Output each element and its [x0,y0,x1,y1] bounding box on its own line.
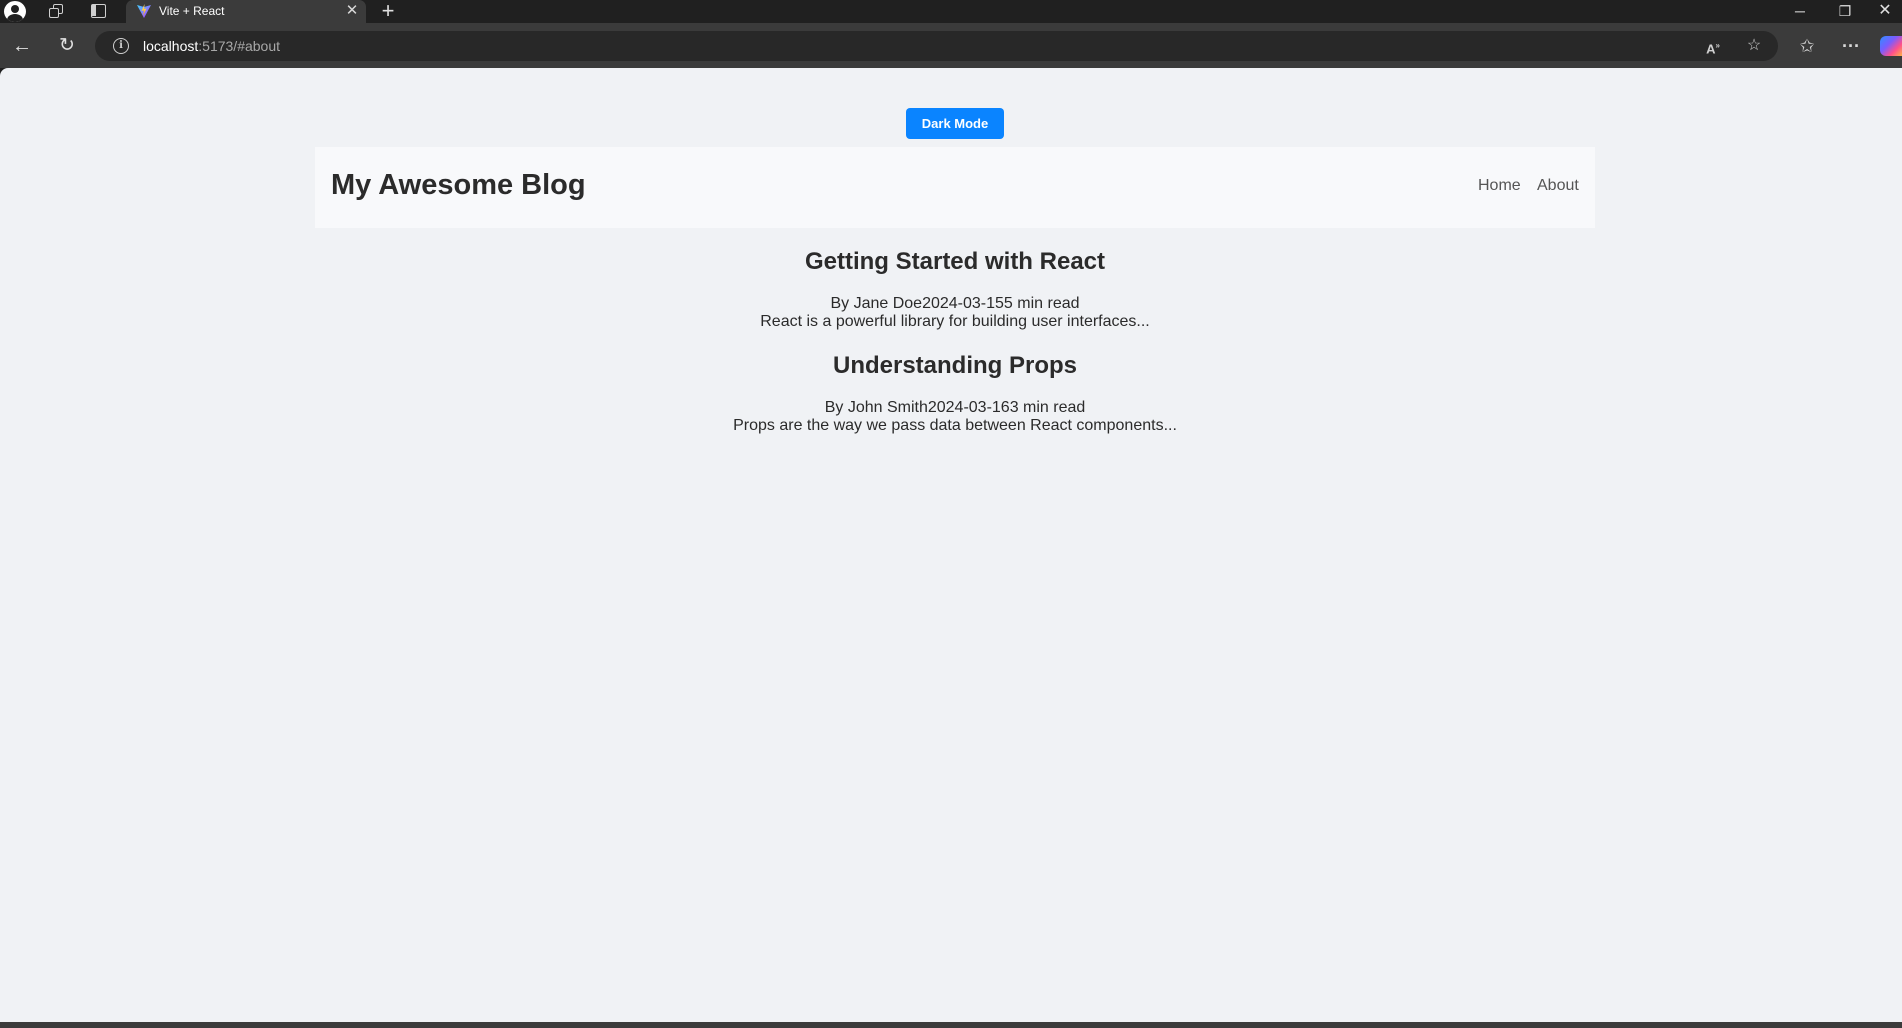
address-bar[interactable]: i localhost:5173/#about A» ☆ [95,31,1778,61]
tab-title: Vite + React [159,4,225,18]
copilot-icon[interactable] [1880,36,1902,56]
nav-link-about[interactable]: About [1537,177,1579,195]
browser-tab[interactable]: Vite + React ✕ [126,0,366,23]
refresh-icon[interactable]: ↻ [52,31,82,61]
url-host: localhost [143,38,199,54]
more-icon[interactable]: ··· [1836,31,1866,61]
nav-link-home[interactable]: Home [1478,177,1521,195]
post-excerpt: Props are the way we pass data between R… [733,417,1177,434]
post-meta: By Jane Doe2024-03-155 min read [830,295,1080,312]
browser-toolbar: ← ↻ i localhost:5173/#about A» ☆ ✩ ··· [0,23,1902,68]
back-arrow-icon[interactable]: ← [7,31,37,61]
restore-icon[interactable]: ❐ [1823,0,1867,23]
plus-icon[interactable]: + [376,0,400,23]
page-viewport: Dark Mode My Awesome Blog Home About Get… [0,68,1902,1022]
blog-post: Understanding Props By John Smith2024-03… [315,352,1595,435]
vite-logo-icon [137,4,151,18]
post-meta: By John Smith2024-03-163 min read [824,399,1086,416]
post-title: Understanding Props [832,352,1078,379]
tab-actions-icon[interactable] [91,4,106,18]
window-bottom-border [0,1022,1902,1028]
star-icon[interactable]: ☆ [1742,35,1766,57]
post-excerpt: React is a powerful library for building… [760,313,1150,330]
minimize-icon[interactable]: ─ [1778,0,1822,23]
favorites-icon[interactable]: ✩ [1792,31,1822,61]
site-title: My Awesome Blog [331,169,586,201]
url-text[interactable]: localhost:5173/#about [143,38,280,54]
site-header: My Awesome Blog Home About [315,147,1595,228]
profile-icon[interactable] [4,1,26,22]
close-window-icon[interactable]: ✕ [1868,0,1902,23]
browser-tab-bar: Vite + React ✕ + ─ ❐ ✕ [0,0,1902,23]
read-aloud-icon[interactable]: A» [1701,35,1725,57]
dark-mode-button[interactable]: Dark Mode [906,108,1004,139]
blog-post: Getting Started with React By Jane Doe20… [315,248,1595,331]
url-path: :5173/#about [198,38,281,54]
collections-icon[interactable] [49,4,63,18]
post-title: Getting Started with React [804,248,1106,275]
info-icon[interactable]: i [113,38,129,54]
close-icon[interactable]: ✕ [344,2,360,20]
